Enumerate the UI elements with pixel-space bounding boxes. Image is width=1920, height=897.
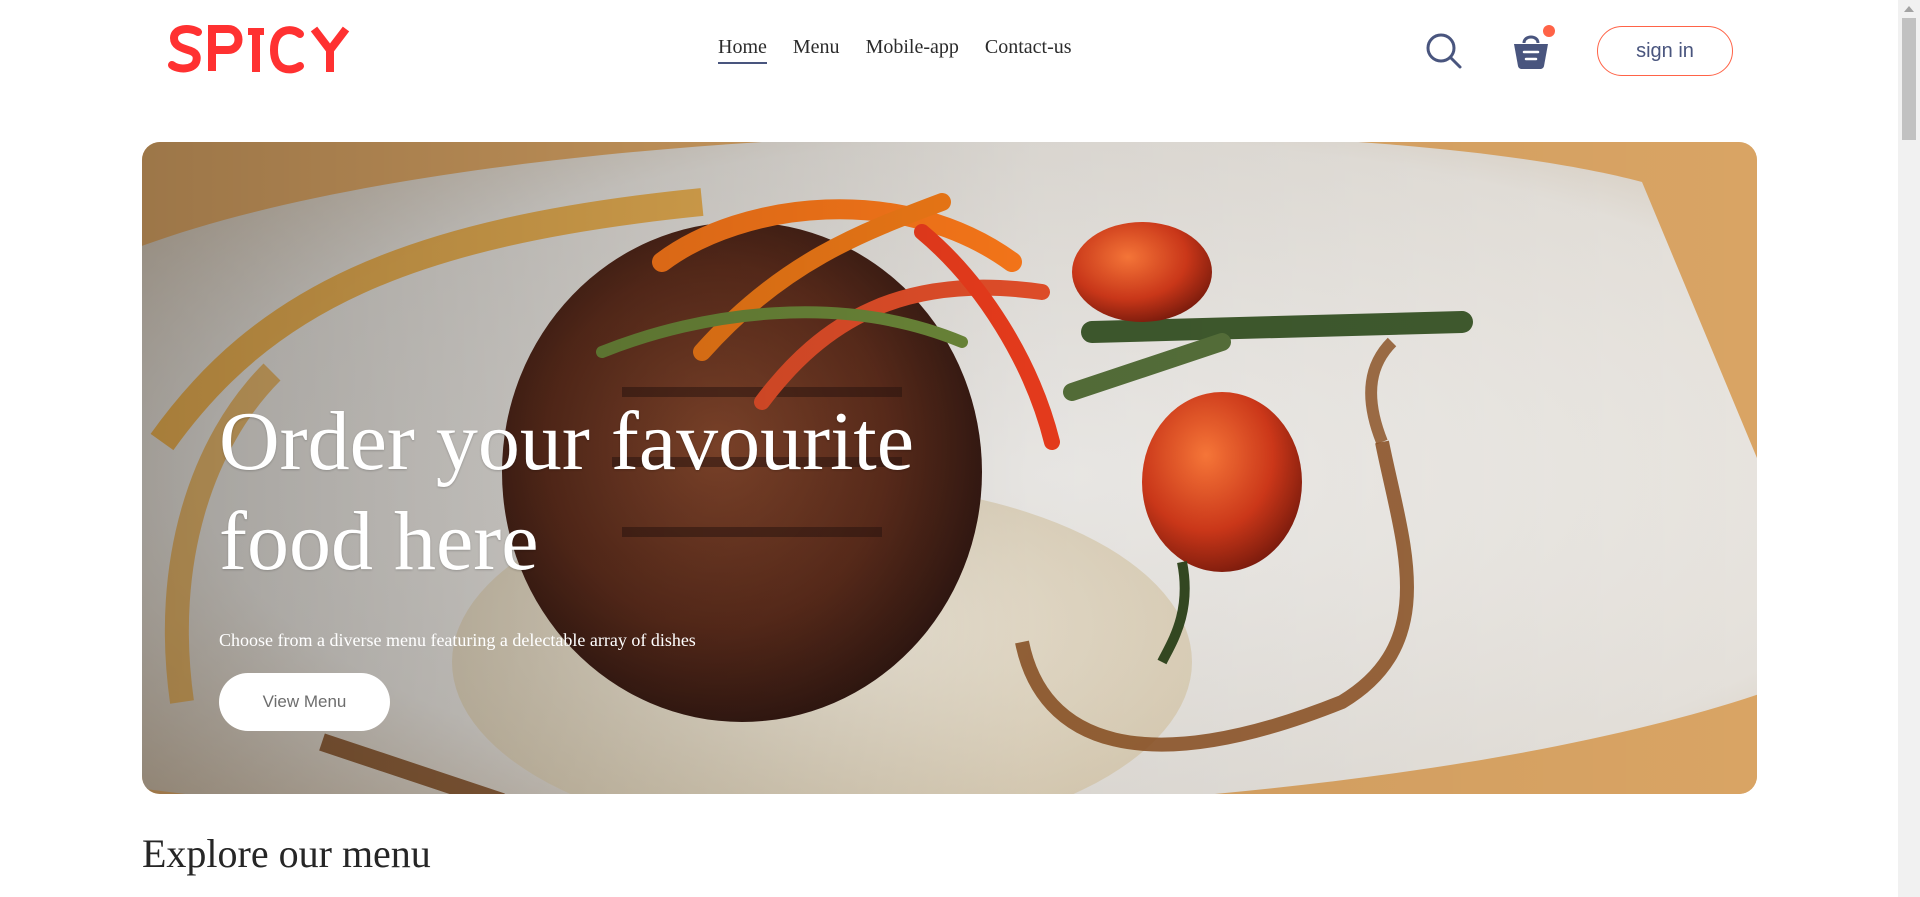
view-menu-button[interactable]: View Menu (219, 673, 390, 731)
hero-subtitle: Choose from a diverse menu featuring a d… (219, 630, 696, 650)
search-icon[interactable] (1425, 32, 1463, 70)
sign-in-button[interactable]: sign in (1597, 26, 1733, 76)
hero-content: Order your favourite food here Choose fr… (219, 392, 979, 731)
hero-title: Order your favourite food here (219, 392, 979, 592)
nav-links: Home Menu Mobile-app Contact-us (718, 36, 1072, 64)
vertical-scrollbar[interactable] (1898, 0, 1920, 897)
navbar: Home Menu Mobile-app Contact-us sign in (0, 0, 1898, 100)
explore-menu-heading: Explore our menu (142, 831, 431, 876)
scrollbar-thumb[interactable] (1902, 18, 1916, 140)
basket-button[interactable] (1511, 25, 1555, 71)
hero-title-line-1: Order your favourite (219, 395, 915, 488)
nav-link-contact-us[interactable]: Contact-us (985, 36, 1072, 64)
hero-title-line-2: food here (219, 495, 539, 588)
nav-link-mobile-app[interactable]: Mobile-app (866, 36, 959, 64)
scroll-up-arrow-icon[interactable] (1904, 6, 1914, 12)
hero-banner: Order your favourite food here Choose fr… (142, 142, 1757, 794)
nav-link-menu[interactable]: Menu (793, 36, 840, 64)
spicy-logo[interactable] (168, 24, 358, 74)
page: Home Menu Mobile-app Contact-us sign in (0, 0, 1898, 897)
nav-link-home[interactable]: Home (718, 36, 767, 64)
basket-icon (1514, 35, 1548, 69)
navbar-actions: sign in (1425, 25, 1733, 76)
cart-indicator-dot (1543, 25, 1555, 37)
